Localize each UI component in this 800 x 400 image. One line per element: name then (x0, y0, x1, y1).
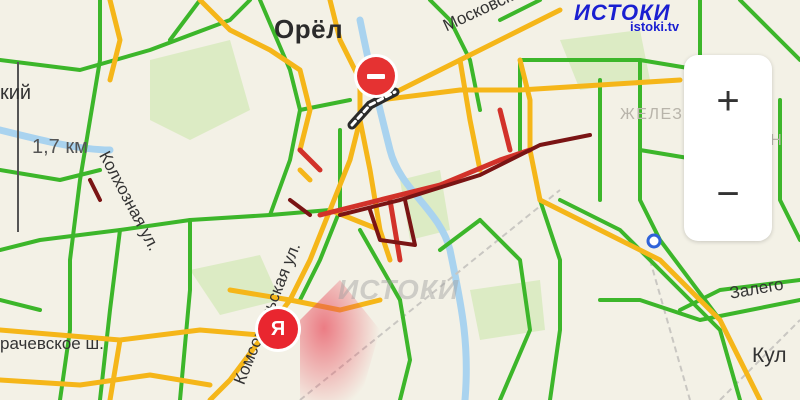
scale-label: 1,7 км (32, 136, 88, 158)
road-closed-icon[interactable] (357, 57, 395, 95)
district-label-partial: кий (0, 82, 32, 104)
watermark-center: ИСТОКИ (338, 274, 460, 305)
street-label-kul: Кул (752, 344, 787, 367)
zoom-out-button[interactable]: − (684, 148, 772, 241)
yandex-pin[interactable]: Я (258, 309, 298, 349)
location-marker[interactable] (646, 233, 662, 249)
zoom-in-button[interactable]: + (684, 55, 772, 148)
city-label: Орёл (274, 14, 344, 44)
zoom-control: + − (684, 55, 772, 241)
street-label-karachevskoe: рачевское ш. (0, 334, 104, 353)
watermark-site: istoki.tv (630, 19, 680, 34)
